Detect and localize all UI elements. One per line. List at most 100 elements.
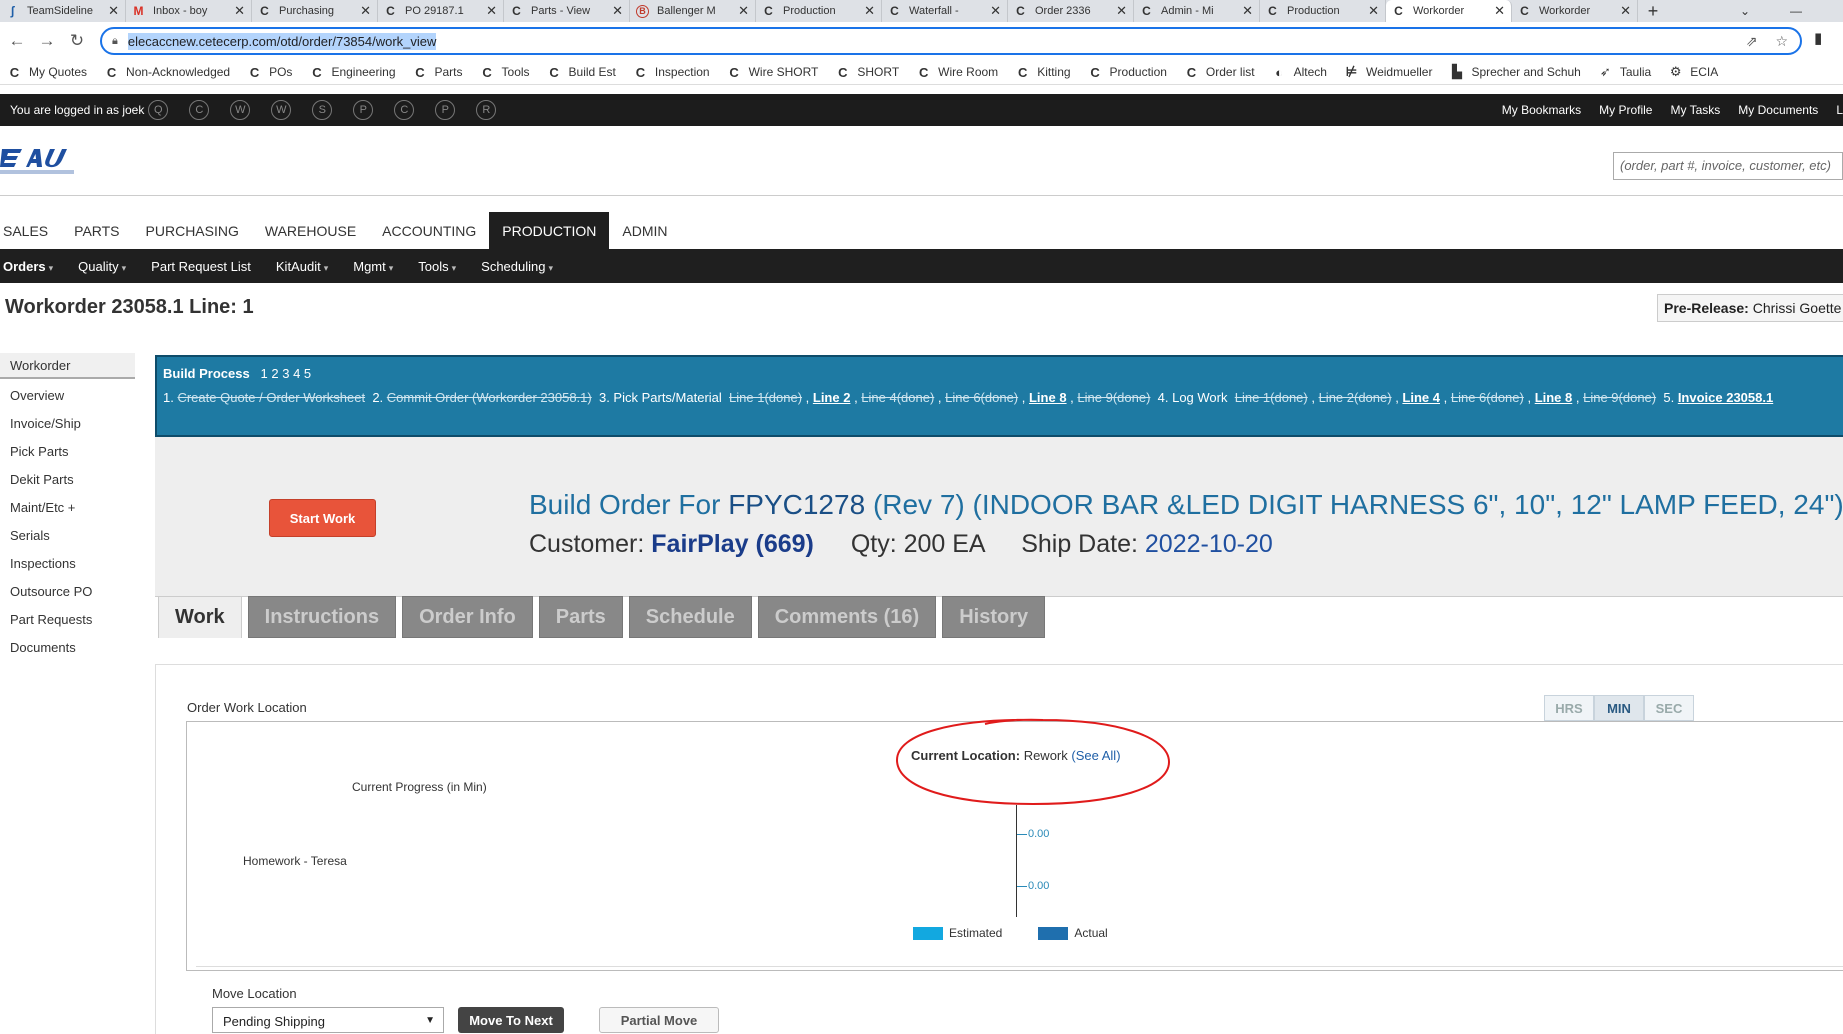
log-work-line-link-3[interactable]: Line 6(done) [1451, 390, 1524, 405]
pick-line-link-5[interactable]: Line 9(done) [1077, 390, 1150, 405]
move-to-next-button[interactable]: Move To Next [458, 1007, 564, 1033]
log-work-line-link-2[interactable]: Line 4 [1402, 390, 1440, 405]
unit-button-sec[interactable]: SEC [1644, 695, 1694, 721]
tab-history[interactable]: History [942, 596, 1046, 638]
top-link-my-tasks[interactable]: My Tasks [1670, 103, 1720, 117]
tab-close-icon[interactable]: ✕ [360, 3, 371, 19]
subnav-quality[interactable]: Quality ▾ [78, 259, 126, 274]
quick-link-circle-6[interactable]: C [394, 100, 415, 120]
nav-parts[interactable]: PARTS [61, 212, 132, 249]
url-field[interactable]: 🔒︎ elecaccnew.cetecerp.com/otd/order/738… [100, 27, 1802, 55]
nav-purchasing[interactable]: PURCHASING [133, 212, 252, 249]
browser-tab-4[interactable]: C Parts - View ✕ [504, 0, 630, 22]
sidebar-item-documents[interactable]: Documents [0, 633, 135, 661]
part-number[interactable]: FPYC1278 [728, 489, 865, 520]
browser-tab-6[interactable]: C Production ✕ [756, 0, 882, 22]
log-work-line-link-4[interactable]: Line 8 [1535, 390, 1573, 405]
bookmark-build-est[interactable]: C Build Est [548, 65, 616, 80]
subnav-orders[interactable]: Orders ▾ [3, 259, 53, 274]
build-process-step-nav[interactable]: 1 2 3 4 5 [261, 366, 312, 381]
reload-icon[interactable]: ↻ [64, 28, 90, 54]
sidebar-item-workorder[interactable]: Workorder [0, 353, 135, 379]
top-link-l[interactable]: L [1836, 103, 1843, 117]
quick-link-circle-4[interactable]: S [312, 100, 333, 120]
bookmark-sprecher-and-schuh[interactable]: ▙ Sprecher and Schuh [1450, 64, 1581, 80]
bookmark-production[interactable]: C Production [1089, 65, 1167, 80]
tab-close-icon[interactable]: ✕ [990, 3, 1001, 19]
forward-icon[interactable]: → [34, 28, 60, 54]
subnav-scheduling[interactable]: Scheduling ▾ [481, 259, 553, 274]
unit-button-min[interactable]: MIN [1594, 695, 1644, 721]
browser-tab-7[interactable]: C Waterfall - ✕ [882, 0, 1008, 22]
quick-link-circle-2[interactable]: W [230, 100, 251, 120]
bookmark-taulia[interactable]: ➶ Taulia [1599, 64, 1651, 80]
unit-button-hrs[interactable]: HRS [1544, 695, 1594, 721]
tab-instructions[interactable]: Instructions [247, 596, 397, 638]
start-work-button[interactable]: Start Work [269, 499, 376, 537]
bookmark-my-quotes[interactable]: C My Quotes [8, 65, 87, 80]
bookmark-engineering[interactable]: C Engineering [310, 65, 395, 80]
browser-tab-10[interactable]: C Production ✕ [1260, 0, 1386, 22]
pick-line-link-3[interactable]: Line 6(done) [945, 390, 1018, 405]
bookmark-inspection[interactable]: C Inspection [634, 65, 710, 80]
subnav-mgmt[interactable]: Mgmt ▾ [353, 259, 393, 274]
pick-line-link-1[interactable]: Line 2 [813, 390, 851, 405]
browser-tab-3[interactable]: C PO 29187.1 ✕ [378, 0, 504, 22]
new-tab-icon[interactable]: + [1638, 0, 1668, 22]
customer-link[interactable]: FairPlay (669) [651, 530, 814, 558]
back-icon[interactable]: ← [4, 28, 30, 54]
tab-schedule[interactable]: Schedule [628, 596, 752, 638]
move-location-select[interactable]: Pending Shipping ▼ [212, 1007, 444, 1033]
tab-close-icon[interactable]: ✕ [612, 3, 623, 19]
bookmark-short[interactable]: C SHORT [836, 65, 899, 80]
tab-close-icon[interactable]: ✕ [1368, 3, 1379, 19]
quick-link-circle-8[interactable]: R [476, 100, 497, 120]
tab-search-chevron-icon[interactable]: ⌄ [1740, 0, 1750, 22]
nav-admin[interactable]: ADMIN [609, 212, 680, 249]
bookmark-weidmueller[interactable]: ⊭ Weidmueller [1345, 64, 1433, 80]
top-link-my-documents[interactable]: My Documents [1738, 103, 1818, 117]
quick-link-circle-0[interactable]: Q [148, 100, 169, 120]
browser-tab-2[interactable]: C Purchasing ✕ [252, 0, 378, 22]
sidebar-item-maint-etc[interactable]: Maint/Etc + [0, 493, 135, 521]
browser-tab-12[interactable]: C Workorder ✕ [1512, 0, 1638, 22]
sidebar-item-overview[interactable]: Overview [0, 381, 135, 409]
global-search-input[interactable]: (order, part #, invoice, customer, etc) [1613, 152, 1843, 180]
sidebar-item-serials[interactable]: Serials [0, 521, 135, 549]
tab-order-info[interactable]: Order Info [402, 596, 533, 638]
nav-sales[interactable]: SALES [0, 212, 61, 249]
bookmark-ecia[interactable]: ⚙ ECIA [1669, 64, 1718, 80]
bookmark-tools[interactable]: C Tools [481, 65, 529, 80]
sidebar-item-dekit-parts[interactable]: Dekit Parts [0, 465, 135, 493]
pick-line-link-0[interactable]: Line 1(done) [729, 390, 802, 405]
quick-link-circle-1[interactable]: C [189, 100, 210, 120]
browser-tab-11[interactable]: C Workorder ✕ [1386, 0, 1512, 22]
log-work-line-link-0[interactable]: Line 1(done) [1235, 390, 1308, 405]
step-1-link[interactable]: Create Quote / Order Worksheet [177, 390, 365, 405]
tab-close-icon[interactable]: ✕ [738, 3, 749, 19]
bookmark-parts[interactable]: C Parts [414, 65, 462, 80]
browser-tab-0[interactable]: ʃ TeamSideline ✕ [0, 0, 126, 22]
minimize-icon[interactable]: — [1790, 0, 1802, 22]
tab-close-icon[interactable]: ✕ [108, 3, 119, 19]
bookmark-non-acknowledged[interactable]: C Non-Acknowledged [105, 65, 230, 80]
bookmark-star-icon[interactable]: ☆ [1775, 33, 1788, 50]
bookmark-pos[interactable]: C POs [248, 65, 293, 80]
tab-parts[interactable]: Parts [538, 596, 623, 638]
side-panel-icon[interactable]: ▮ [1814, 29, 1822, 47]
share-icon[interactable]: ⇗ [1746, 33, 1758, 50]
bookmark-wire-room[interactable]: C Wire Room [917, 65, 998, 80]
tab-comments-16[interactable]: Comments (16) [757, 596, 937, 638]
partial-move-button[interactable]: Partial Move [599, 1007, 719, 1033]
browser-tab-5[interactable]: B Ballenger M ✕ [630, 0, 756, 22]
log-work-line-link-1[interactable]: Line 2(done) [1319, 390, 1392, 405]
browser-tab-1[interactable]: M Inbox - boy ✕ [126, 0, 252, 22]
nav-warehouse[interactable]: WAREHOUSE [252, 212, 369, 249]
tab-close-icon[interactable]: ✕ [486, 3, 497, 19]
top-link-my-bookmarks[interactable]: My Bookmarks [1502, 103, 1581, 117]
tab-close-icon[interactable]: ✕ [1494, 3, 1505, 19]
tab-close-icon[interactable]: ✕ [1242, 3, 1253, 19]
tab-close-icon[interactable]: ✕ [234, 3, 245, 19]
step-2-link[interactable]: Commit Order (Workorder 23058.1) [387, 390, 592, 405]
top-link-my-profile[interactable]: My Profile [1599, 103, 1652, 117]
